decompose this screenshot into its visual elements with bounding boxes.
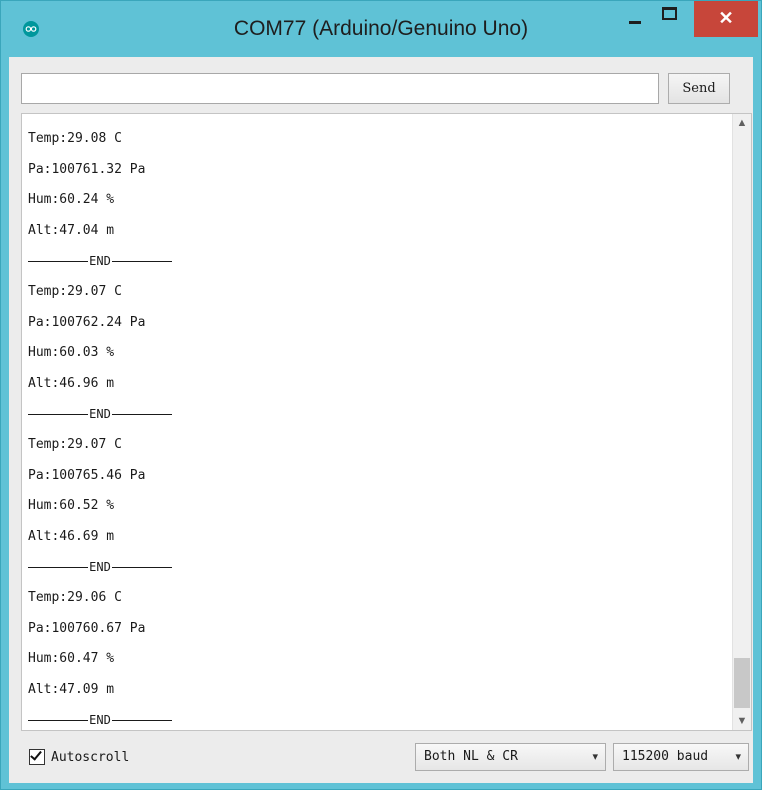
output-line: Pa:100760.67 Pa bbox=[28, 620, 146, 636]
separator-line: END bbox=[28, 705, 172, 730]
separator-dash bbox=[28, 261, 89, 263]
separator-dash bbox=[111, 567, 172, 569]
serial-output[interactable]: Temp:29.08 C Pa:100761.32 Pa Hum:60.24 % Al… bbox=[21, 113, 752, 731]
separator-dash bbox=[28, 720, 89, 722]
maximize-button[interactable] bbox=[653, 1, 687, 37]
line-ending-select[interactable]: Both NL & CR ▾ bbox=[415, 743, 606, 771]
serial-monitor-window: COM77 (Arduino/Genuino Uno) ✕ Send Temp:… bbox=[0, 0, 762, 790]
serial-output-lines: Temp:29.08 C Pa:100761.32 Pa Hum:60.24 % Al… bbox=[28, 124, 728, 730]
baud-rate-select[interactable]: 115200 baud ▾ bbox=[613, 743, 749, 771]
chevron-up-icon[interactable]: ▲ bbox=[733, 114, 751, 132]
maximize-icon bbox=[662, 7, 677, 20]
output-line: Hum:60.52 % bbox=[28, 498, 115, 514]
separator-dash bbox=[28, 567, 89, 569]
separator-text: END bbox=[89, 407, 111, 422]
scrollbar-thumb[interactable] bbox=[734, 658, 750, 708]
chevron-down-icon[interactable]: ▼ bbox=[733, 712, 751, 730]
separator-line: END bbox=[28, 399, 172, 430]
chevron-down-icon: ▾ bbox=[735, 750, 741, 763]
window-title: COM77 (Arduino/Genuino Uno) bbox=[233, 17, 529, 40]
separator-line: END bbox=[28, 246, 172, 277]
separator-line: END bbox=[28, 552, 172, 583]
output-line: Hum:60.03 % bbox=[28, 345, 115, 361]
line-ending-value: Both NL & CR bbox=[424, 749, 518, 764]
title-bar[interactable]: COM77 (Arduino/Genuino Uno) ✕ bbox=[1, 1, 761, 57]
output-line: Temp:29.06 C bbox=[28, 589, 122, 605]
separator-text: END bbox=[89, 560, 111, 575]
serial-monitor-client: Send Temp:29.08 C Pa:100761.32 Pa Hum:60.2… bbox=[9, 57, 753, 783]
minimize-button[interactable] bbox=[619, 1, 653, 37]
arduino-logo-icon bbox=[23, 21, 39, 37]
baud-rate-value: 115200 baud bbox=[622, 749, 709, 764]
autoscroll-toggle[interactable]: Autoscroll bbox=[29, 746, 129, 768]
close-button[interactable]: ✕ bbox=[694, 1, 758, 37]
output-line: Alt:46.96 m bbox=[28, 375, 115, 391]
close-icon: ✕ bbox=[718, 8, 734, 28]
vertical-scrollbar[interactable]: ▲ ▼ bbox=[732, 114, 751, 730]
separator-dash bbox=[111, 720, 172, 722]
output-line: Pa:100761.32 Pa bbox=[28, 161, 146, 177]
output-line: Temp:29.08 C bbox=[28, 131, 122, 146]
separator-text: END bbox=[89, 254, 111, 269]
send-input[interactable] bbox=[21, 73, 659, 104]
status-bar: Autoscroll Both NL & CR ▾ 115200 baud ▾ bbox=[9, 731, 753, 783]
output-line: Pa:100762.24 Pa bbox=[28, 314, 146, 330]
chevron-down-icon: ▾ bbox=[592, 750, 598, 763]
send-button[interactable]: Send bbox=[668, 73, 730, 104]
output-line: Hum:60.24 % bbox=[28, 192, 115, 208]
output-line: Pa:100765.46 Pa bbox=[28, 467, 146, 483]
autoscroll-checkbox[interactable] bbox=[29, 748, 45, 765]
output-line: Hum:60.47 % bbox=[28, 651, 115, 667]
send-row: Send bbox=[9, 57, 753, 113]
separator-text: END bbox=[89, 713, 111, 728]
separator-dash bbox=[111, 261, 172, 263]
output-line: Alt:46.69 m bbox=[28, 528, 115, 544]
output-line: Alt:47.09 m bbox=[28, 681, 115, 697]
minimize-icon bbox=[629, 21, 641, 24]
output-line: Alt:47.04 m bbox=[28, 222, 115, 238]
check-icon bbox=[30, 748, 42, 761]
separator-dash bbox=[28, 414, 89, 416]
output-line: Temp:29.07 C bbox=[28, 283, 122, 299]
autoscroll-label: Autoscroll bbox=[51, 749, 130, 765]
separator-dash bbox=[111, 414, 172, 416]
output-line: Temp:29.07 C bbox=[28, 436, 122, 452]
